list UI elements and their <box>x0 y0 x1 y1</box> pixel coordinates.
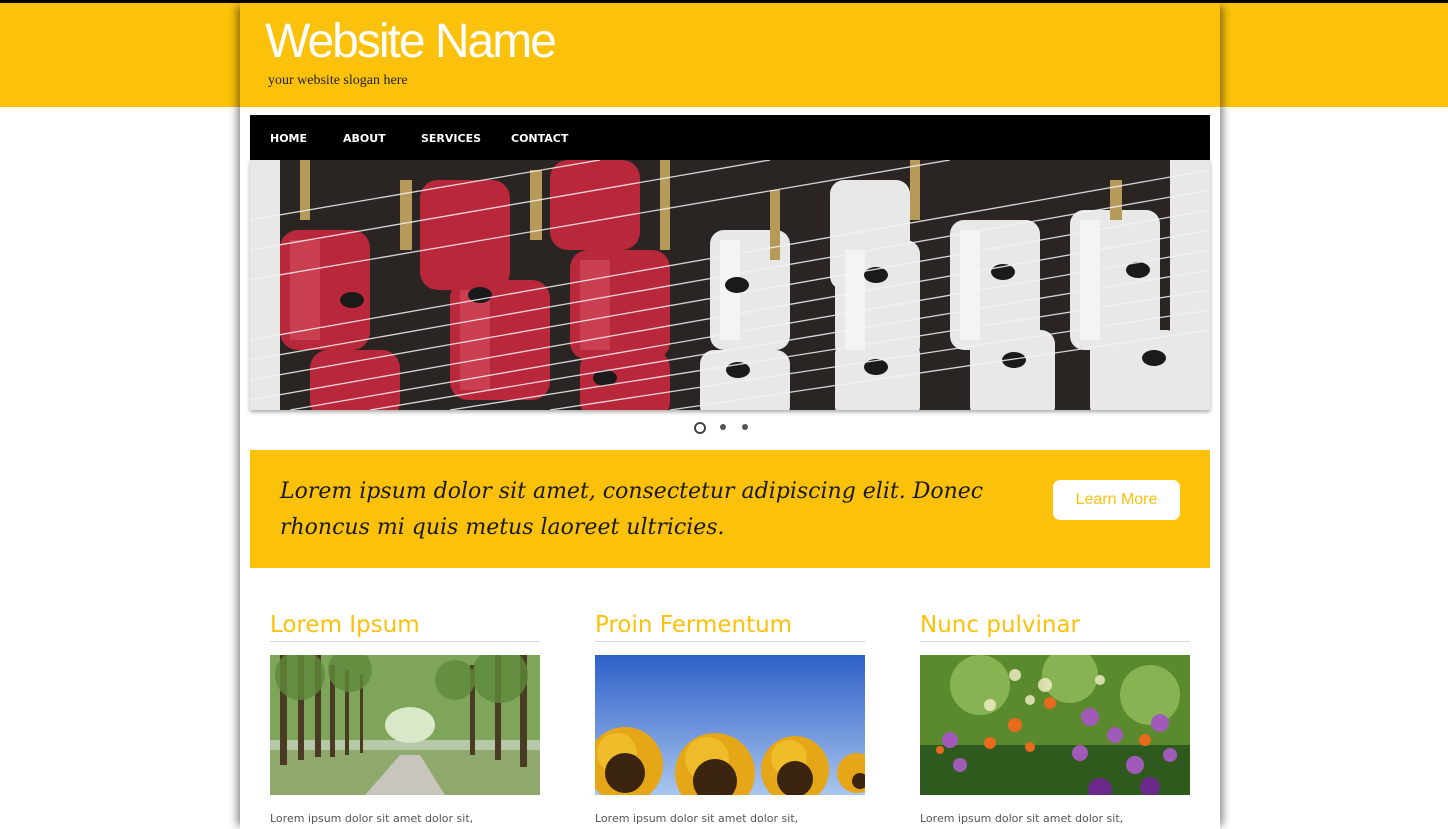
slider-dot-1[interactable] <box>694 422 706 434</box>
column-text: Lorem ipsum dolor sit amet dolor sit, <box>270 812 474 825</box>
nav-item-home[interactable]: HOME <box>270 132 307 145</box>
nav-item-about[interactable]: ABOUT <box>343 132 386 145</box>
column-text: Lorem ipsum dolor sit amet dolor sit, <box>920 812 1124 825</box>
site-title[interactable]: Website Name <box>265 14 557 70</box>
column-title: Lorem Ipsum <box>270 610 540 642</box>
slider-dot-2[interactable] <box>720 424 726 430</box>
tree-lined-road-image <box>270 655 540 795</box>
main-nav: HOME ABOUT SERVICES CONTACT <box>250 115 1210 160</box>
feature-column-1: Lorem Ipsum Lorem ipsum dolor sit amet d… <box>270 610 540 825</box>
column-title: Proin Fermentum <box>595 610 865 642</box>
nav-item-contact[interactable]: CONTACT <box>511 132 568 145</box>
nav-item-services[interactable]: SERVICES <box>421 132 481 145</box>
callout-banner: Lorem ipsum dolor sit amet, consectetur … <box>250 450 1210 568</box>
learn-more-button[interactable]: Learn More <box>1053 480 1180 520</box>
slider-dot-3[interactable] <box>742 424 748 430</box>
feature-column-2: Proin Fermentum Lorem ipsum dolor sit am… <box>595 610 865 825</box>
hero-slider[interactable] <box>250 160 1210 410</box>
feature-column-3: Nunc pulvinar Lorem ipsum dolor sit amet… <box>920 610 1190 825</box>
column-text: Lorem ipsum dolor sit amet dolor sit, <box>595 812 799 825</box>
textile-spools-image <box>250 160 1210 410</box>
column-title: Nunc pulvinar <box>920 610 1190 642</box>
sunflowers-image <box>595 655 865 795</box>
wildflowers-image <box>920 655 1190 795</box>
site-slogan: your website slogan here <box>268 73 408 88</box>
callout-text: Lorem ipsum dolor sit amet, consectetur … <box>280 479 984 540</box>
